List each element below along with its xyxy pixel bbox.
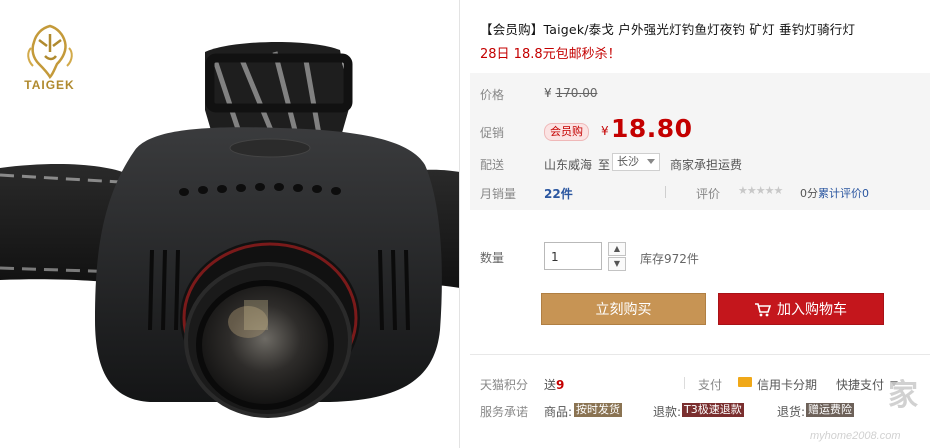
spinner-up-icon: ▲ — [613, 244, 621, 253]
promo-text: 28日 18.8元包邮秒杀！ — [480, 47, 621, 62]
price-box: 价格 ¥ 170.00 促销 会员购 ¥ 18.80 配送 山东威海 至 长沙 … — [470, 73, 930, 210]
tiger-logo-icon — [26, 24, 73, 80]
review-link[interactable]: 累计评价0 — [818, 185, 869, 201]
watermark-url: myhome2008.com — [810, 430, 901, 442]
quantity-increase-button[interactable]: ▲ — [608, 242, 626, 256]
brand-logo-text: TAIGEK — [24, 78, 75, 92]
product-image[interactable]: TAIGEK — [0, 0, 460, 448]
watermark-brand: 家 — [888, 379, 918, 412]
stock-count: 库存972件 — [640, 252, 699, 266]
quick-pay[interactable]: 快捷支付 — [836, 376, 884, 393]
price-label: 价格 — [480, 88, 505, 102]
spinner-down-icon: ▼ — [613, 259, 621, 268]
original-price: ¥ 170.00 — [544, 86, 597, 100]
review-count: 0 — [862, 187, 869, 200]
rating-stars-icon: ★★★★★ — [738, 184, 783, 197]
brand-logo: TAIGEK — [12, 22, 87, 92]
points-separator — [684, 377, 685, 389]
service-badge-insurance[interactable]: 赠运费险 — [806, 403, 854, 417]
delivery-label: 配送 — [480, 158, 505, 172]
original-price-value: 170.00 — [555, 86, 598, 100]
quantity-label: 数量 — [480, 251, 505, 265]
destination-select[interactable]: 长沙 — [612, 153, 660, 171]
cart-icon — [755, 303, 771, 317]
promotion-price: 18.80 — [611, 114, 693, 143]
quantity-input[interactable]: 1 — [544, 242, 602, 270]
delivery-fee-note: 商家承担运费 — [670, 158, 743, 172]
delivery-origin: 山东威海 — [544, 158, 593, 172]
credit-card-installment[interactable]: 信用卡分期 — [757, 376, 817, 393]
service-badge-ontime[interactable]: 按时发货 — [574, 403, 622, 417]
add-to-cart-label: 加入购物车 — [777, 302, 847, 318]
member-badge: 会员购 — [544, 123, 589, 141]
monthly-sales-value: 22件 — [544, 187, 573, 201]
image-divider — [459, 0, 460, 448]
product-title: 【会员购】Taigek/泰戈 户外强光灯钓鱼灯夜钓 矿灯 垂钓灯骑行灯 — [480, 22, 856, 37]
service-prefix-refund: 退款: — [653, 405, 682, 419]
currency-symbol: ¥ — [544, 86, 552, 100]
service-label: 服务承诺 — [480, 405, 529, 419]
service-prefix-return: 退货: — [777, 405, 806, 419]
points-label: 天猫积分 — [480, 378, 529, 392]
points-value: 送9 — [544, 376, 564, 393]
rating-label: 评价 — [696, 187, 721, 201]
destination-value: 长沙 — [617, 155, 639, 168]
add-to-cart-button[interactable]: 加入购物车 — [718, 293, 884, 325]
dropdown-arrow-icon — [646, 159, 655, 164]
product-info-panel: 【会员购】Taigek/泰戈 户外强光灯钓鱼灯夜钓 矿灯 垂钓灯骑行灯 28日 … — [470, 0, 930, 448]
promo-currency-symbol: ¥ — [601, 124, 609, 138]
delivery-to: 至 — [598, 158, 611, 172]
promotion-label: 促销 — [480, 126, 505, 140]
quantity-decrease-button[interactable]: ▼ — [608, 257, 626, 271]
service-badge-refund[interactable]: T3极速退款 — [682, 403, 744, 417]
review-label: 累计评价 — [818, 187, 862, 200]
monthly-sales-label: 月销量 — [480, 187, 517, 201]
section-divider — [470, 354, 930, 355]
points-number: 9 — [556, 378, 565, 392]
credit-card-icon — [738, 377, 752, 387]
points-prefix: 送 — [544, 378, 557, 392]
buy-now-button[interactable]: 立刻购买 — [541, 293, 706, 325]
sales-separator — [665, 186, 666, 198]
rating-score: 0分 — [800, 187, 818, 200]
service-prefix-goods: 商品: — [544, 405, 573, 419]
payment-label: 支付 — [698, 378, 723, 392]
